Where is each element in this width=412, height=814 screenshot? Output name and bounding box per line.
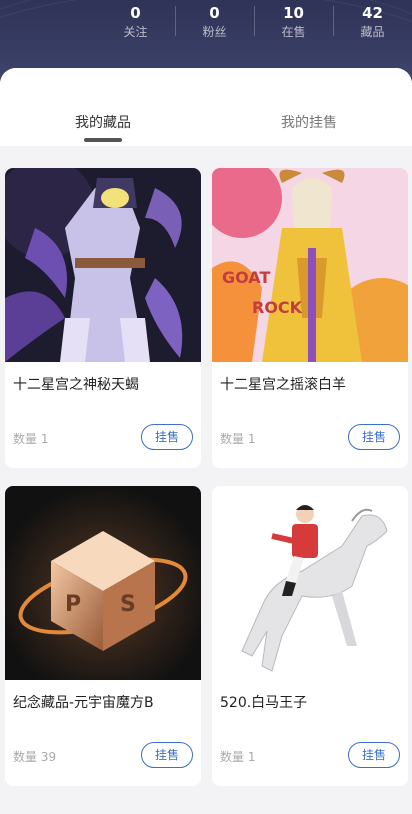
- scorpio-artwork-image: [5, 168, 201, 362]
- svg-text:S: S: [120, 592, 136, 617]
- stat-followers[interactable]: 0 粉丝: [175, 0, 254, 44]
- tab-my-collections[interactable]: 我的藏品: [0, 68, 206, 146]
- tab-label: 我的藏品: [75, 115, 131, 131]
- item-name: 520.白马王子: [220, 695, 308, 711]
- active-tab-indicator: [84, 138, 122, 142]
- stat-following[interactable]: 0 关注: [96, 0, 175, 44]
- stat-value: 0: [130, 4, 141, 22]
- collection-card[interactable]: 520.白马王子 数量 1 挂售: [212, 486, 408, 786]
- item-quantity: 数量 1: [13, 432, 49, 446]
- tab-label: 我的挂售: [281, 115, 337, 131]
- stat-label: 关注: [123, 25, 148, 39]
- tab-my-listings[interactable]: 我的挂售: [206, 68, 412, 146]
- svg-text:ROCK: ROCK: [252, 298, 303, 317]
- stats-bar: 0 关注 0 粉丝 10 在售 42 藏品: [96, 0, 412, 44]
- stat-label: 粉丝: [202, 25, 227, 39]
- stat-on-sale[interactable]: 10 在售: [254, 0, 333, 44]
- list-for-sale-button[interactable]: 挂售: [348, 424, 400, 450]
- collection-card[interactable]: P S 纪念藏品-元宇宙魔方B 数量 39 挂售: [5, 486, 201, 786]
- aries-artwork-image: GOAT ROCK: [212, 168, 408, 362]
- item-name: 纪念藏品-元宇宙魔方B: [13, 695, 154, 711]
- stat-label: 在售: [281, 25, 306, 39]
- stat-value: 0: [209, 4, 220, 22]
- cube-artwork-image: P S: [5, 486, 201, 680]
- tab-bar: 我的藏品 我的挂售: [0, 68, 412, 146]
- metaverse-cube-artwork: P S: [5, 486, 201, 680]
- horse-artwork-image: [212, 486, 408, 680]
- list-for-sale-button[interactable]: 挂售: [141, 424, 193, 450]
- stat-collections[interactable]: 42 藏品: [333, 0, 412, 44]
- scorpio-artwork: [5, 168, 201, 362]
- item-quantity: 数量 1: [220, 750, 256, 764]
- stat-value: 42: [362, 4, 383, 22]
- list-for-sale-button[interactable]: 挂售: [348, 742, 400, 768]
- item-quantity: 数量 39: [13, 750, 57, 764]
- collection-card[interactable]: 十二星宫之神秘天蝎 数量 1 挂售: [5, 168, 201, 468]
- item-quantity: 数量 1: [220, 432, 256, 446]
- item-name: 十二星宫之神秘天蝎: [13, 377, 139, 393]
- stat-label: 藏品: [360, 25, 385, 39]
- aries-rock-artwork: GOAT ROCK: [212, 168, 408, 362]
- content-sheet: 我的藏品 我的挂售 十二星宫之神秘天蝎 数量 1 挂售 GOAT ROCK 十二…: [0, 68, 412, 814]
- item-name: 十二星宫之摇滚白羊: [220, 377, 346, 393]
- stat-value: 10: [283, 4, 304, 22]
- svg-text:GOAT: GOAT: [222, 268, 270, 287]
- collection-card[interactable]: GOAT ROCK 十二星宫之摇滚白羊 数量 1 挂售: [212, 168, 408, 468]
- svg-text:P: P: [65, 592, 81, 617]
- list-for-sale-button[interactable]: 挂售: [141, 742, 193, 768]
- white-horse-artwork: [212, 486, 408, 680]
